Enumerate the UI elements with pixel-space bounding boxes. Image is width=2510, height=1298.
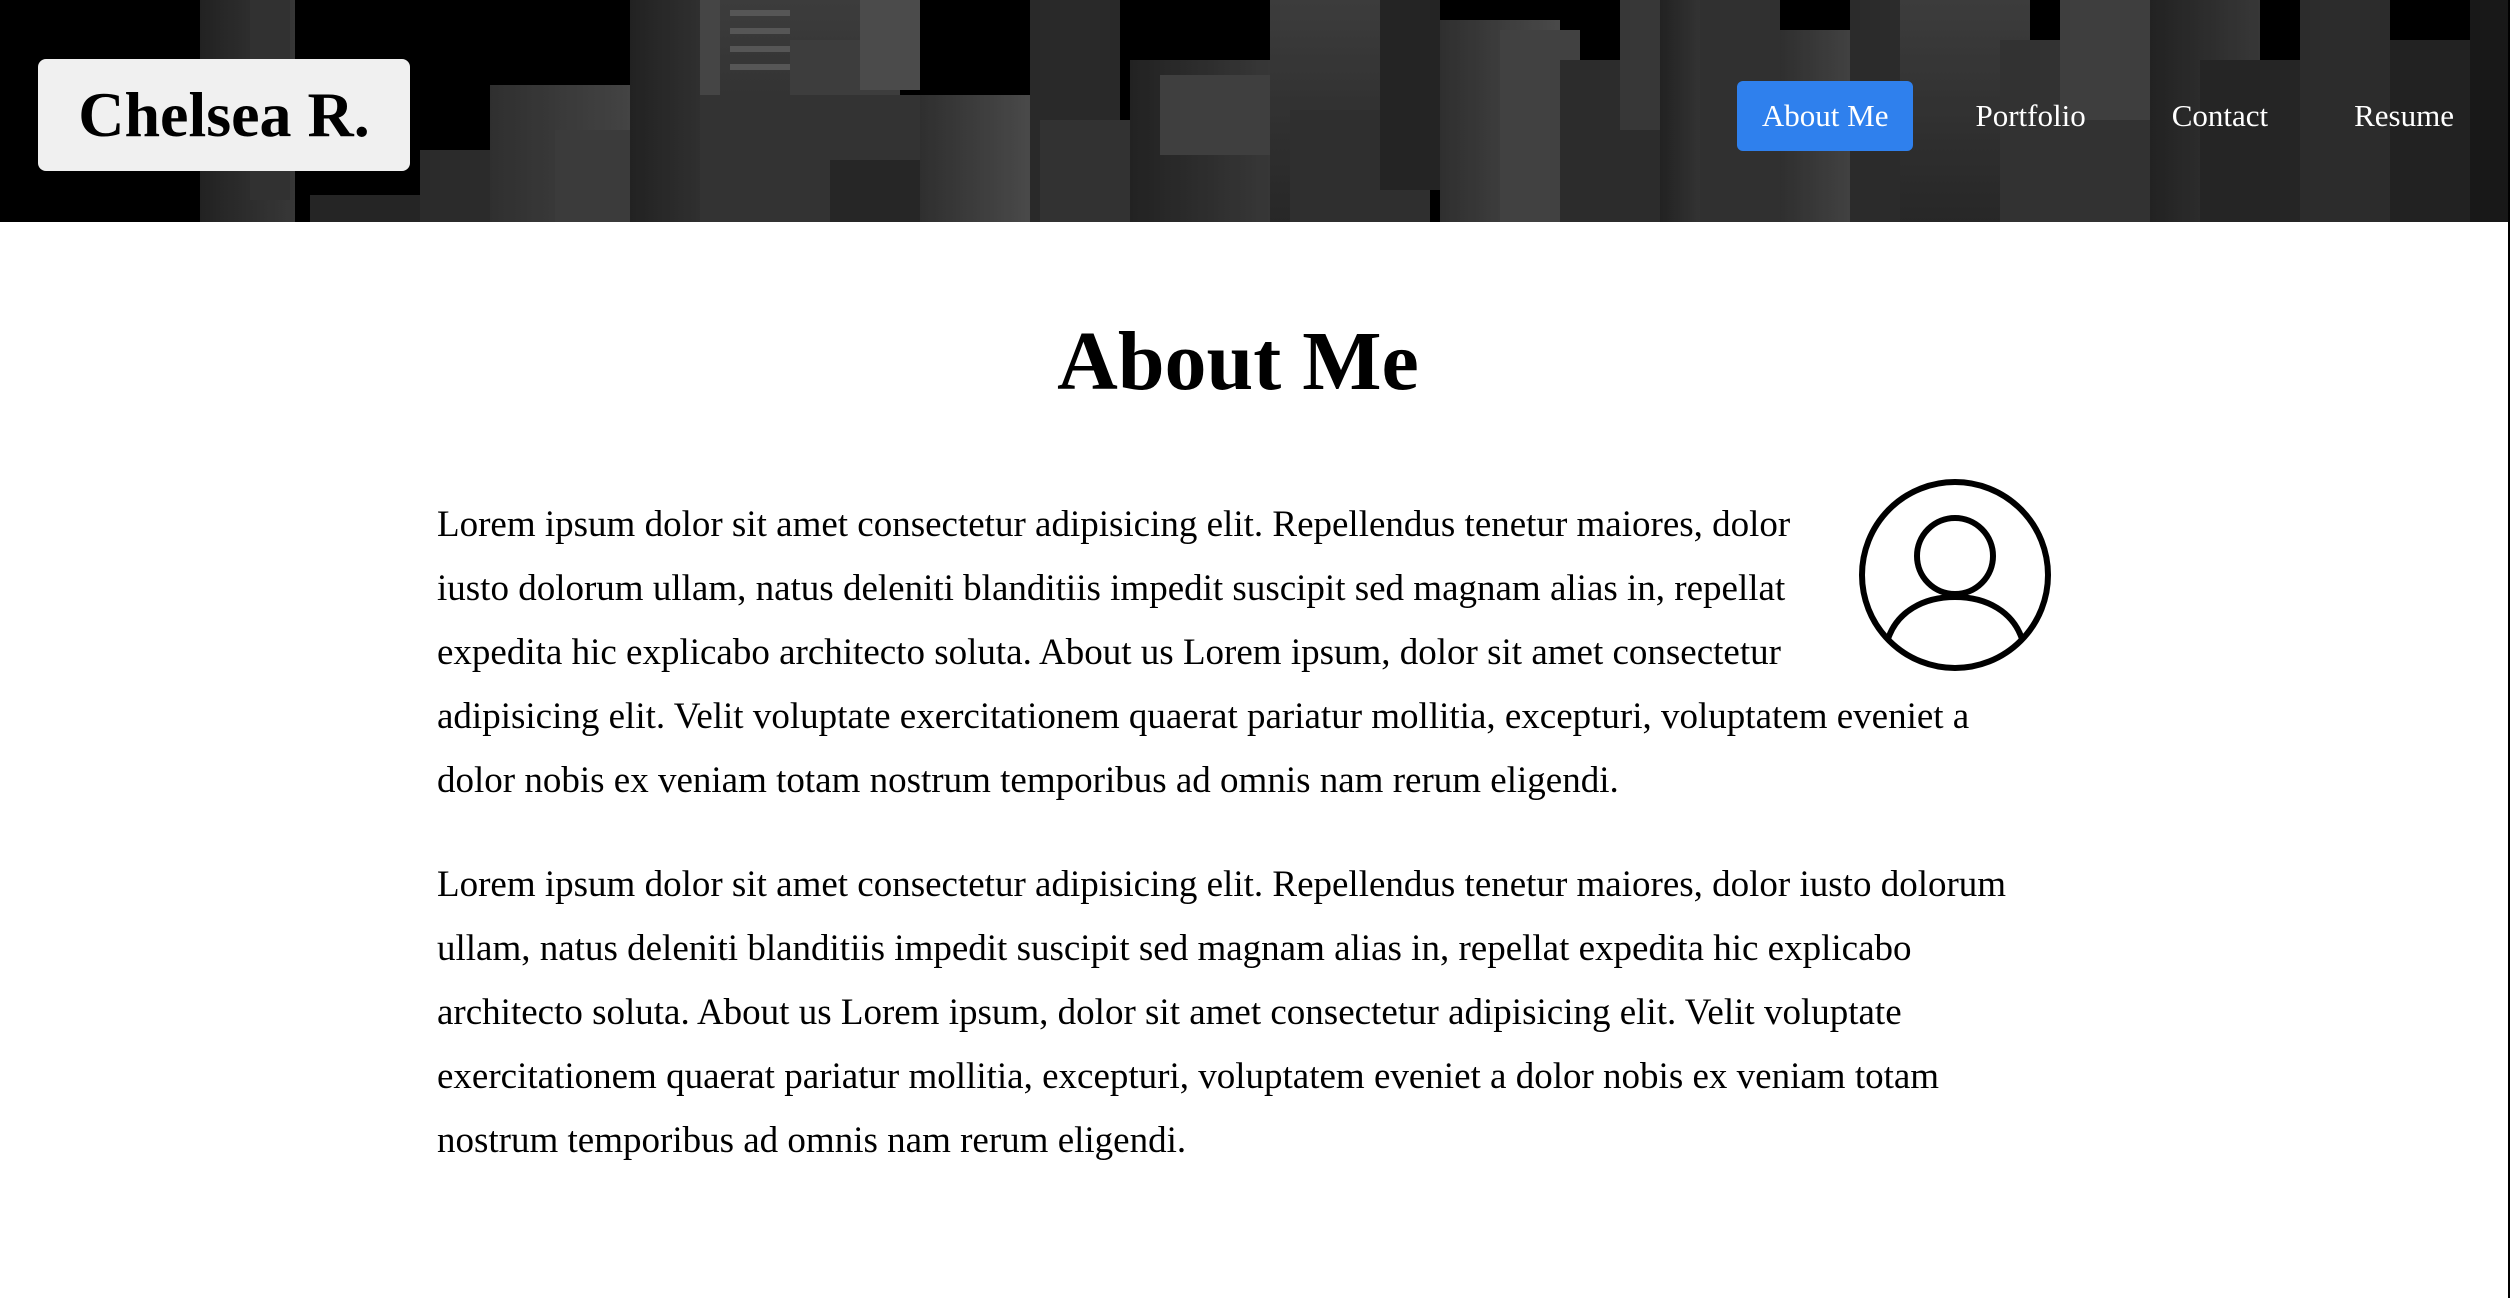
nav-link-portfolio[interactable]: Portfolio — [1951, 81, 2109, 151]
about-paragraph-2: Lorem ipsum dolor sit amet consectetur a… — [437, 864, 2007, 1161]
page: Chelsea R. About Me Portfolio Contact Re… — [0, 0, 2510, 1298]
about-section: Lorem ipsum dolor sit amet consectetur a… — [437, 479, 2051, 1213]
site-header: Chelsea R. About Me Portfolio Contact Re… — [0, 0, 2508, 222]
main-nav: About Me Portfolio Contact Resume — [1736, 81, 2508, 151]
user-circle-icon — [1859, 479, 2051, 671]
nav-link-contact[interactable]: Contact — [2148, 81, 2292, 151]
about-paragraph-1: Lorem ipsum dolor sit amet consectetur a… — [437, 504, 1970, 801]
nav-link-about-me[interactable]: About Me — [1736, 81, 1914, 151]
page-title: About Me — [1057, 315, 1419, 408]
brand-name[interactable]: Chelsea R. — [78, 83, 370, 147]
brand-logo[interactable]: Chelsea R. — [38, 59, 410, 171]
nav-link-resume[interactable]: Resume — [2330, 81, 2478, 151]
